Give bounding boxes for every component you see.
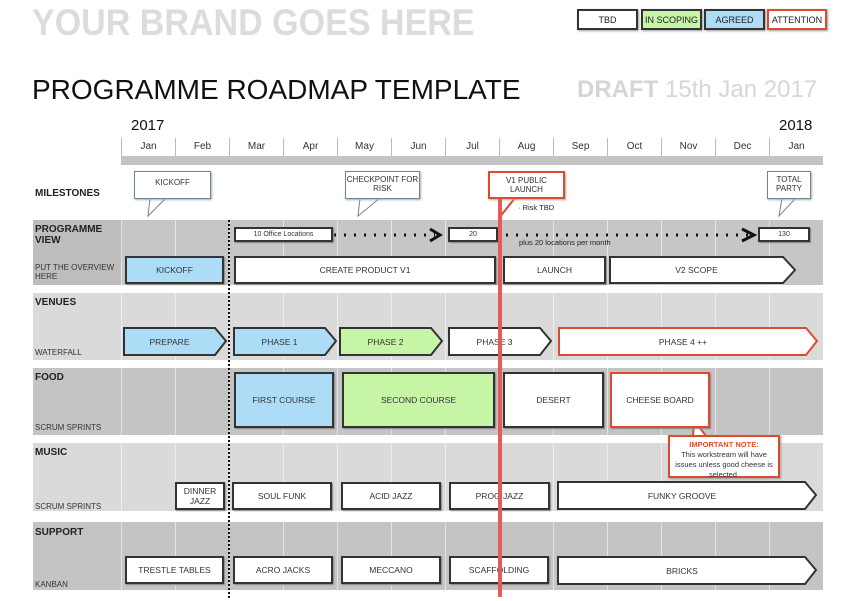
party-callout-tail bbox=[778, 197, 798, 218]
counter-10-offices: 10 Office Locations bbox=[234, 227, 333, 242]
note-body: This workstream will have issues unless … bbox=[675, 450, 773, 479]
bar-soul-funk[interactable]: SOUL FUNK bbox=[232, 482, 332, 510]
bar-v2-scope[interactable]: V2 SCOPE bbox=[609, 256, 784, 284]
checkpoint-callout-tail bbox=[357, 197, 382, 218]
bar-meccano[interactable]: MECCANO bbox=[341, 556, 441, 584]
bar-launch[interactable]: LAUNCH bbox=[503, 256, 606, 284]
bar-trestle-tables[interactable]: TRESTLE TABLES bbox=[125, 556, 224, 584]
milestone-risk-note: · Risk TBD bbox=[518, 203, 555, 212]
note-title: IMPORTANT NOTE: bbox=[689, 440, 759, 449]
bar-phase-4[interactable]: PHASE 4 ++ bbox=[558, 327, 808, 356]
milestone-v1-launch: V1 PUBLIC LAUNCH bbox=[488, 171, 565, 199]
bar-programme-kickoff[interactable]: KICKOFF bbox=[125, 256, 224, 284]
bar-dinner-jazz[interactable]: DINNER JAZZ bbox=[175, 482, 225, 510]
bar-desert[interactable]: DESERT bbox=[503, 372, 604, 428]
milestone-checkpoint: CHECKPOINT FOR RISK bbox=[345, 171, 420, 199]
risk-note-text: Risk TBD bbox=[522, 203, 555, 212]
bar-phase-1[interactable]: PHASE 1 bbox=[233, 327, 326, 356]
kickoff-callout-tail bbox=[147, 197, 168, 218]
bar-bricks[interactable]: BRICKS bbox=[557, 556, 807, 585]
bar-phase-2[interactable]: PHASE 2 bbox=[339, 327, 432, 356]
bar-cheese-board[interactable]: CHEESE BOARD bbox=[610, 372, 710, 428]
bar-acro-jacks[interactable]: ACRO JACKS bbox=[233, 556, 333, 584]
bar-prepare[interactable]: PREPARE bbox=[123, 327, 216, 356]
important-note: IMPORTANT NOTE: This workstream will hav… bbox=[668, 435, 780, 479]
bar-second-course[interactable]: SECOND COURSE bbox=[342, 372, 495, 428]
bar-create-product-v1[interactable]: CREATE PRODUCT V1 bbox=[234, 256, 496, 284]
counter-130: 130 bbox=[758, 227, 810, 242]
bar-first-course[interactable]: FIRST COURSE bbox=[234, 372, 334, 428]
bar-phase-3[interactable]: PHASE 3 bbox=[448, 327, 541, 356]
milestone-kickoff: KICKOFF bbox=[134, 171, 211, 199]
bar-funky-groove[interactable]: FUNKY GROOVE bbox=[557, 481, 807, 510]
counter-20: 20 bbox=[448, 227, 498, 242]
counter-note: plus 20 locations per month bbox=[519, 238, 611, 247]
milestone-total-party: TOTAL PARTY bbox=[767, 171, 811, 199]
today-marker-line bbox=[498, 199, 502, 597]
bar-acid-jazz[interactable]: ACID JAZZ bbox=[341, 482, 441, 510]
